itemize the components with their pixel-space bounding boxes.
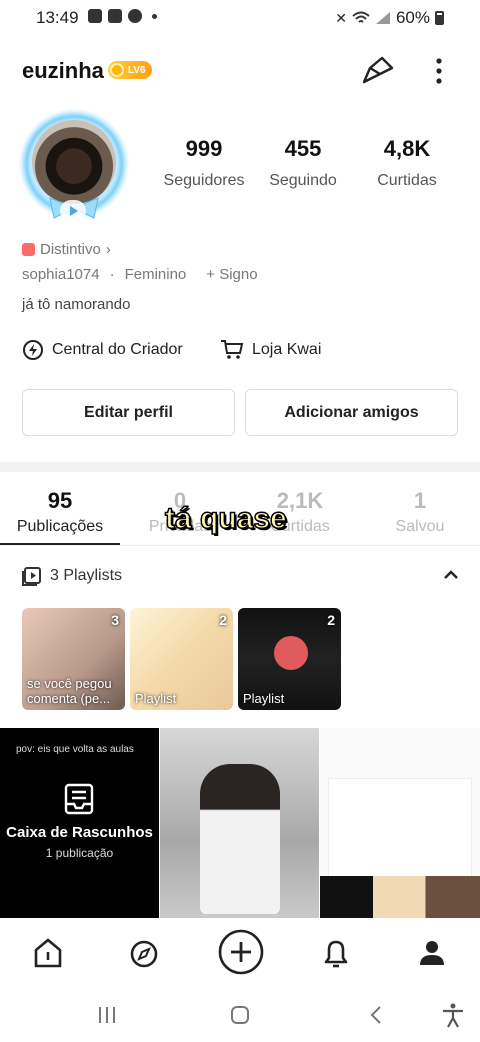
battery-icon [435,11,444,25]
tab-bar-border [0,545,480,546]
status-right: ✕ 60% [335,8,444,28]
playlists-count-label: 3 Playlists [50,567,123,584]
tab-label: Publicações [16,518,104,535]
followers-count: 999 [185,136,223,161]
tab-label: Salvou [395,518,445,535]
create-icon[interactable] [217,928,265,976]
lightning-icon [23,340,43,360]
creator-center-link[interactable]: Central do Criador [22,339,183,361]
play-icon[interactable] [60,200,86,222]
level-label: LV6 [128,64,146,76]
tiktok-icon [108,9,122,23]
creator-center-label: Central do Criador [52,341,183,358]
more-notifications-icon [152,13,157,19]
video-profile-preview [328,778,472,878]
playlist-card[interactable]: 3 se você pegou comenta (pe... [22,608,125,710]
likes-count: 4,8K [383,136,431,161]
tab-count: 1 [413,488,427,513]
bottom-nav [0,918,480,988]
gallery-icon [88,9,102,23]
playlist-video-count: 2 [219,612,227,628]
cart-icon [221,340,244,359]
coin-icon [110,63,124,77]
home-system-icon[interactable] [229,1004,251,1026]
video-subject [200,764,280,914]
avatar[interactable] [18,108,130,222]
notifications-icon[interactable] [314,932,358,976]
playlist-thumbnail [274,636,308,670]
playlist-card[interactable]: 2 Playlist [238,608,341,710]
avatar-photo [32,120,116,204]
playlist-card[interactable]: 2 Playlist [130,608,233,710]
profile-icon[interactable] [410,932,454,976]
mute-icon: ✕ [335,9,347,26]
playlist-title: se você pegou comenta (pe... [27,676,112,706]
shop-label: Loja Kwai [252,341,322,358]
level-badge: LV6 [108,61,152,79]
playlist-video-count: 2 [327,612,335,628]
following-label: Seguindo [269,172,337,189]
active-tab-indicator [0,543,120,545]
chevron-right-icon: › [105,241,111,258]
add-friends-button[interactable]: Adicionar amigos [245,389,458,436]
battery-level: 60% [395,8,430,27]
video-thumbnail[interactable] [160,728,319,918]
badge-icon [22,243,35,256]
playlist-icon [22,567,41,586]
status-bar: 13:49 ✕ 60% [0,0,480,36]
inbox-icon [64,783,94,815]
separator-dot: · [109,266,115,283]
more-options-icon[interactable] [428,56,450,86]
drafts-caption: pov: eis que volta as aulas [16,744,134,755]
drafts-title: Caixa de Rascunhos [6,824,153,841]
add-sign[interactable]: + Signo [206,266,257,283]
video-thumbnail[interactable] [320,728,480,918]
wifi-icon [352,11,370,23]
tab-saved[interactable]: 1 Salvou [360,488,480,536]
system-nav [0,988,480,1042]
bio: já tô namorando [22,296,131,313]
status-time: 13:49 [36,8,79,27]
stat-likes[interactable]: 4,8K Curtidas [352,136,462,190]
signal-icon [375,12,390,24]
playlist-title: Playlist [135,691,177,706]
tab-count: 95 [47,488,73,513]
handle: sophia1074 [22,266,100,283]
gender: Feminino [124,266,187,283]
stat-following[interactable]: 455 Seguindo [248,136,358,190]
badge-link[interactable]: Distintivo › [22,241,111,258]
back-icon[interactable] [366,1004,388,1026]
drafts-box[interactable]: pov: eis que volta as aulas Caixa de Ras… [0,728,159,918]
likes-label: Curtidas [377,172,437,189]
recent-apps-icon[interactable] [96,1004,118,1026]
stat-followers[interactable]: 999 Seguidores [149,136,259,190]
notification-icons [88,9,157,23]
section-divider [0,462,480,472]
playlist-title: Playlist [243,691,285,706]
followers-label: Seguidores [163,172,245,189]
playlists-header[interactable]: 3 Playlists [22,566,122,586]
video-strip [320,876,480,918]
share-icon[interactable] [360,54,396,86]
badge-label: Distintivo [40,241,101,258]
accessibility-icon[interactable] [440,1002,466,1028]
home-icon[interactable] [26,932,70,976]
video-caption-overlay: tá quase [164,501,287,536]
dollar-icon [128,9,142,23]
explore-icon[interactable] [122,932,166,976]
tab-publications[interactable]: 95 Publicações [0,488,120,536]
chevron-up-icon[interactable] [440,566,462,584]
username: euzinha [22,58,104,83]
profile-meta: sophia1074 · Feminino + Signo [22,266,258,283]
following-count: 455 [284,136,322,161]
shop-link[interactable]: Loja Kwai [220,339,321,361]
playlist-video-count: 3 [111,612,119,628]
edit-profile-button[interactable]: Editar perfil [22,389,235,436]
drafts-count: 1 publicação [45,846,114,860]
